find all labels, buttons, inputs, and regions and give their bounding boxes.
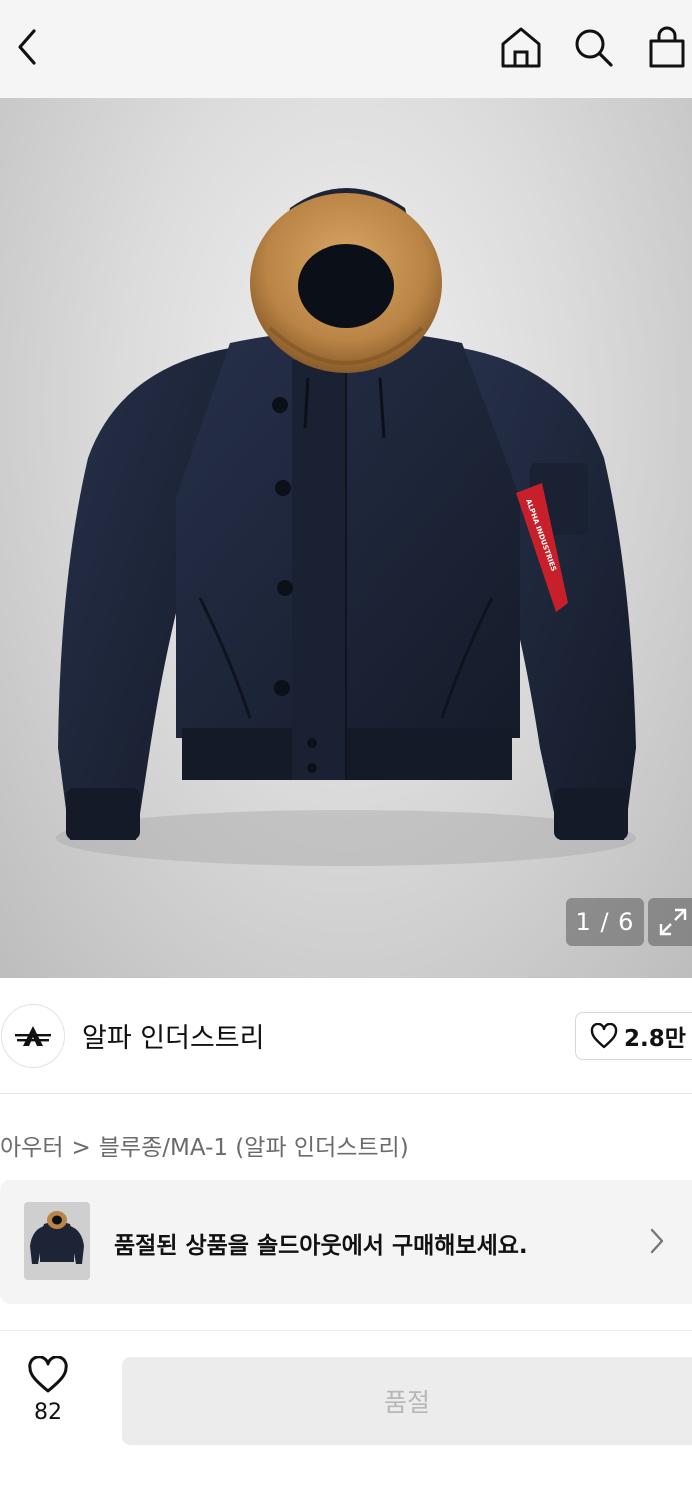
- product-image-gallery[interactable]: ALPHA INDUSTRIES 1 / 6: [0, 98, 692, 978]
- soldout-thumbnail: [24, 1202, 90, 1280]
- cart-button[interactable]: [644, 24, 690, 70]
- breadcrumb: 아우터 > 블루종/MA-1 (알파 인더스트리): [0, 1128, 409, 1162]
- breadcrumb-item-outer[interactable]: 아우터: [0, 1135, 63, 1161]
- back-button[interactable]: [4, 24, 50, 70]
- divider: [0, 1330, 692, 1331]
- heart-icon: [590, 1023, 618, 1049]
- soldout-banner-text: 품절된 상품을 솔드아웃에서 구매해보세요.: [114, 1233, 528, 1259]
- top-navigation-bar: [0, 0, 692, 98]
- chevron-left-icon: [18, 29, 36, 65]
- alpha-industries-logo-icon: [15, 1026, 51, 1046]
- brand-like-button[interactable]: 2.8만: [575, 1012, 692, 1060]
- product-like-button[interactable]: 82: [14, 1356, 82, 1446]
- product-like-count: 82: [34, 1400, 62, 1425]
- home-icon: [501, 27, 541, 68]
- soldout-banner[interactable]: 품절된 상품을 솔드아웃에서 구매해보세요.: [0, 1180, 692, 1304]
- expand-icon: [659, 908, 687, 936]
- brand-row: 알파 인더스트리 2.8만: [0, 978, 692, 1094]
- breadcrumb-separator: >: [71, 1135, 91, 1161]
- shopping-bag-icon: [649, 26, 685, 68]
- divider: [0, 1093, 692, 1094]
- brand-name[interactable]: 알파 인더스트리: [82, 1016, 264, 1055]
- search-button[interactable]: [570, 24, 616, 70]
- chevron-right-icon: [644, 1224, 670, 1258]
- breadcrumb-item-blouson[interactable]: 블루종/MA-1 (알파 인더스트리): [99, 1135, 409, 1161]
- brand-like-count: 2.8만: [624, 1026, 686, 1052]
- product-image: ALPHA INDUSTRIES: [56, 188, 636, 866]
- home-button[interactable]: [498, 24, 544, 70]
- soldout-purchase-button[interactable]: 품절: [122, 1357, 692, 1445]
- brand-logo[interactable]: [1, 1004, 65, 1068]
- heart-icon: [28, 1356, 68, 1393]
- image-counter: 1 / 6: [566, 898, 644, 946]
- search-icon: [575, 29, 613, 67]
- expand-image-button[interactable]: [648, 898, 692, 946]
